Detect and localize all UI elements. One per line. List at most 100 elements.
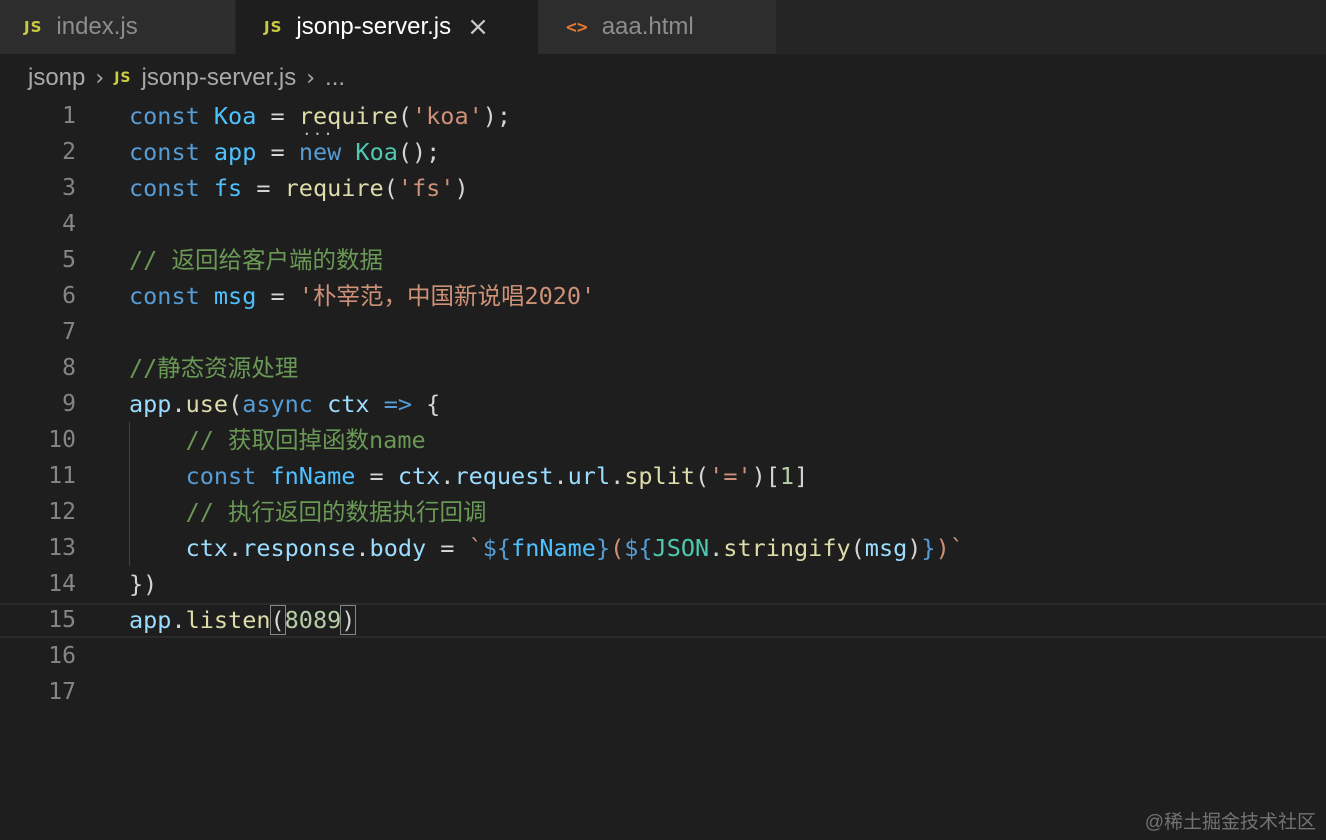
- tab-label: aaa.html: [601, 13, 694, 40]
- code-token: .: [228, 534, 243, 562]
- code-line[interactable]: 11 const fnName = ctx.request.url.split(…: [0, 458, 1326, 494]
- code-token: msg: [213, 282, 257, 310]
- line-number: 17: [48, 679, 76, 705]
- breadcrumb-symbols[interactable]: ...: [325, 64, 345, 92]
- code-token: 1: [779, 462, 795, 490]
- code-line[interactable]: 16: [0, 638, 1326, 674]
- code-token: use: [185, 390, 229, 418]
- line-number: 14: [48, 571, 76, 597]
- code-token: ctx: [185, 534, 229, 562]
- code-text[interactable]: const app = new Koa();: [129, 134, 440, 170]
- code-token: fs: [213, 174, 243, 202]
- code-line[interactable]: 17: [0, 674, 1326, 710]
- code-line[interactable]: 15 app.listen(8089): [0, 602, 1326, 638]
- code-token: ${: [624, 534, 653, 562]
- code-token: `: [468, 534, 483, 562]
- code-line[interactable]: 12 // 执行返回的数据执行回调: [0, 494, 1326, 530]
- code-text[interactable]: app.use(async ctx => {: [129, 386, 440, 422]
- code-token: const: [129, 138, 200, 166]
- line-number: 8: [62, 355, 76, 381]
- code-token: 'fs': [397, 174, 455, 202]
- code-token: }): [129, 570, 158, 598]
- code-text[interactable]: const fs = require('fs'): [129, 170, 469, 206]
- code-token: split: [624, 462, 696, 490]
- code-line[interactable]: 3 const fs = require('fs'): [0, 170, 1326, 206]
- code-text[interactable]: }): [129, 566, 157, 602]
- chevron-right-icon: ›: [95, 65, 105, 91]
- tab-aaa-html[interactable]: <> aaa.html: [538, 0, 776, 54]
- code-token: (: [610, 534, 625, 562]
- line-number: 10: [48, 427, 76, 453]
- code-editor[interactable]: 1 const Koa = require('koa');... 2 const ap…: [0, 98, 1326, 710]
- code-text[interactable]: //静态资源处理: [129, 350, 298, 386]
- js-icon: JS: [264, 18, 283, 36]
- tab-jsonp-server-js[interactable]: JS jsonp-server.js ×: [236, 0, 538, 54]
- code-token: const: [129, 174, 200, 202]
- tab-label: index.js: [56, 13, 138, 40]
- code-token: }: [595, 534, 611, 562]
- tab-index-js[interactable]: JS index.js: [0, 0, 236, 54]
- code-token: ();: [397, 138, 441, 166]
- code-token: =: [242, 174, 285, 202]
- code-token: .: [171, 606, 186, 634]
- code-line[interactable]: 4: [0, 206, 1326, 242]
- line-number: 15: [48, 607, 76, 633]
- code-line[interactable]: 13 ctx.response.body = `${fnName}(${JSON…: [0, 530, 1326, 566]
- code-token: =>: [383, 390, 413, 418]
- code-line[interactable]: 1 const Koa = require('koa');...: [0, 98, 1326, 139]
- code-token: .: [355, 534, 370, 562]
- js-icon: JS: [24, 18, 43, 36]
- code-text[interactable]: // 获取回掉函数name: [129, 422, 426, 458]
- code-token: response: [242, 534, 356, 562]
- code-token: app: [129, 390, 172, 418]
- code-token: (: [850, 534, 865, 562]
- code-text[interactable]: const msg = '朴宰范，中国新说唱2020': [129, 278, 595, 314]
- code-line[interactable]: 2 const app = new Koa();: [0, 134, 1326, 170]
- code-line[interactable]: 9 app.use(async ctx => {: [0, 386, 1326, 422]
- code-token: fnName: [511, 534, 596, 562]
- code-line[interactable]: 5 // 返回给客户端的数据: [0, 242, 1326, 278]
- code-text[interactable]: ctx.response.body = `${fnName}(${JSON.st…: [129, 530, 964, 566]
- breadcrumb-folder[interactable]: jsonp: [28, 64, 85, 92]
- code-text[interactable]: // 返回给客户端的数据: [129, 242, 383, 278]
- code-token: request: [454, 462, 554, 490]
- code-text[interactable]: app.listen(8089): [129, 602, 357, 638]
- code-text[interactable]: const fnName = ctx.request.url.split('='…: [129, 458, 809, 494]
- code-line[interactable]: 14}): [0, 566, 1326, 602]
- code-line[interactable]: 8 //静态资源处理: [0, 350, 1326, 386]
- code-line[interactable]: 6 const msg = '朴宰范，中国新说唱2020': [0, 278, 1326, 314]
- html-icon: <>: [566, 16, 588, 38]
- code-token: =: [256, 138, 299, 166]
- close-icon[interactable]: ×: [467, 14, 489, 40]
- line-number: 6: [62, 283, 76, 309]
- code-token: require: [284, 174, 384, 202]
- code-token: body: [369, 534, 427, 562]
- code-token: 8089: [284, 606, 342, 634]
- code-token: )`: [935, 534, 964, 562]
- code-token: stringify: [723, 534, 851, 562]
- code-token: ${: [482, 534, 512, 562]
- code-line[interactable]: 10 // 获取回掉函数name: [0, 422, 1326, 458]
- code-token: }: [921, 534, 936, 562]
- code-line[interactable]: 7: [0, 314, 1326, 350]
- editor-tab-bar: JS index.js JS jsonp-server.js × <> aaa.…: [0, 0, 1326, 54]
- line-number: 3: [62, 175, 76, 201]
- code-token: app: [129, 606, 172, 634]
- code-token: =: [426, 534, 469, 562]
- code-token: =: [355, 462, 398, 490]
- code-token: Koa: [355, 138, 398, 166]
- line-number: 16: [48, 643, 76, 669]
- code-token: '=': [709, 462, 752, 490]
- code-token: ): [340, 605, 357, 635]
- code-token: .: [171, 390, 186, 418]
- code-text[interactable]: // 执行返回的数据执行回调: [129, 494, 487, 530]
- breadcrumb-file[interactable]: jsonp-server.js: [141, 64, 296, 92]
